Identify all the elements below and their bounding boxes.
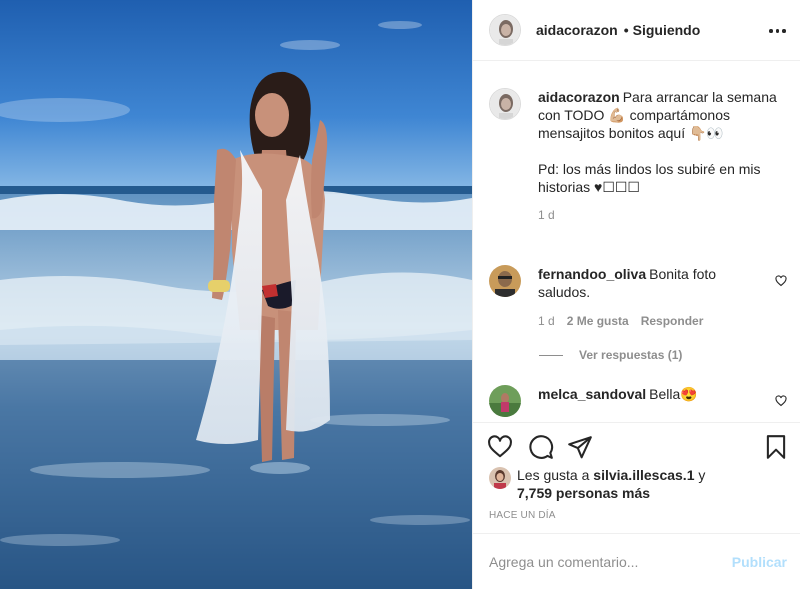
likes-prefix: Les gusta a: [517, 467, 590, 483]
post-photo[interactable]: [0, 0, 472, 589]
liker-avatar[interactable]: [489, 467, 511, 489]
caption-body: aidacorazon Para arrancar la semana con T…: [538, 88, 778, 224]
post-timestamp[interactable]: HACE UN DÍA: [489, 510, 556, 521]
caption-text: aidacorazon Para arrancar la semana con T…: [538, 88, 778, 142]
likes-summary: Les gusta a silvia.illescas.1 y 7,759 pe…: [489, 466, 789, 502]
reply-button[interactable]: Responder: [641, 312, 704, 330]
comment-bubble-icon[interactable]: [528, 434, 554, 460]
comment-body: fernandoo_oliva Bonita foto saludos. 1 d …: [538, 265, 758, 330]
comment-item: fernandoo_oliva Bonita foto saludos. 1 d …: [489, 265, 789, 330]
comment-likes-link[interactable]: 2 Me gusta: [567, 312, 629, 330]
likes-conj: y: [698, 467, 706, 483]
more-horizontal-icon[interactable]: [769, 22, 787, 40]
comment-body: melca_sandoval Bella😍: [538, 385, 758, 417]
action-bar: [473, 422, 800, 470]
comments-list[interactable]: aidacorazon Para arrancar la semana con T…: [473, 62, 800, 422]
comment-heart-icon[interactable]: [775, 395, 787, 407]
likes-count-link[interactable]: 7,759 personas más: [517, 485, 650, 501]
comment-text: Bella😍: [649, 386, 698, 402]
post-caption: aidacorazon Para arrancar la semana con T…: [489, 88, 789, 224]
comment-heart-icon[interactable]: [775, 275, 787, 287]
view-replies-label: Ver respuestas (1): [579, 348, 683, 362]
view-replies-button[interactable]: Ver respuestas (1): [539, 348, 682, 362]
post-header: aidacorazon • Siguiendo: [473, 0, 800, 61]
likes-text: Les gusta a silvia.illescas.1 y 7,759 pe…: [517, 466, 705, 502]
heart-icon[interactable]: [487, 434, 513, 460]
commenter-avatar[interactable]: [489, 265, 521, 297]
author-username-link[interactable]: aidacorazon: [536, 22, 618, 38]
commenter-avatar[interactable]: [489, 385, 521, 417]
replies-divider: [539, 354, 563, 356]
comment-time[interactable]: 1 d: [538, 312, 555, 330]
caption-author-avatar[interactable]: [489, 88, 521, 120]
following-button[interactable]: Siguiendo: [633, 22, 701, 38]
post-panel: aidacorazon • Siguiendo aidacorazon Para …: [472, 0, 800, 589]
comment-composer: Publicar: [473, 533, 800, 589]
beach-photo-image: [0, 0, 472, 589]
caption-time[interactable]: 1 d: [538, 206, 778, 224]
comment-item: melca_sandoval Bella😍: [489, 385, 789, 417]
paper-plane-icon[interactable]: [567, 434, 593, 460]
separator-dot: •: [623, 22, 629, 38]
bookmark-icon[interactable]: [763, 434, 789, 460]
commenter-username-link[interactable]: melca_sandoval: [538, 386, 646, 402]
caption-line2: Pd: los más lindos los subiré en mis his…: [538, 161, 761, 195]
comment-meta: 1 d 2 Me gusta Responder: [538, 312, 758, 330]
liker-username-link[interactable]: silvia.illescas.1: [593, 467, 694, 483]
commenter-username-link[interactable]: fernandoo_oliva: [538, 266, 646, 282]
caption-username-link[interactable]: aidacorazon: [538, 89, 620, 105]
publish-button[interactable]: Publicar: [732, 554, 787, 570]
comment-input[interactable]: [489, 553, 732, 570]
author-avatar[interactable]: [489, 14, 521, 46]
